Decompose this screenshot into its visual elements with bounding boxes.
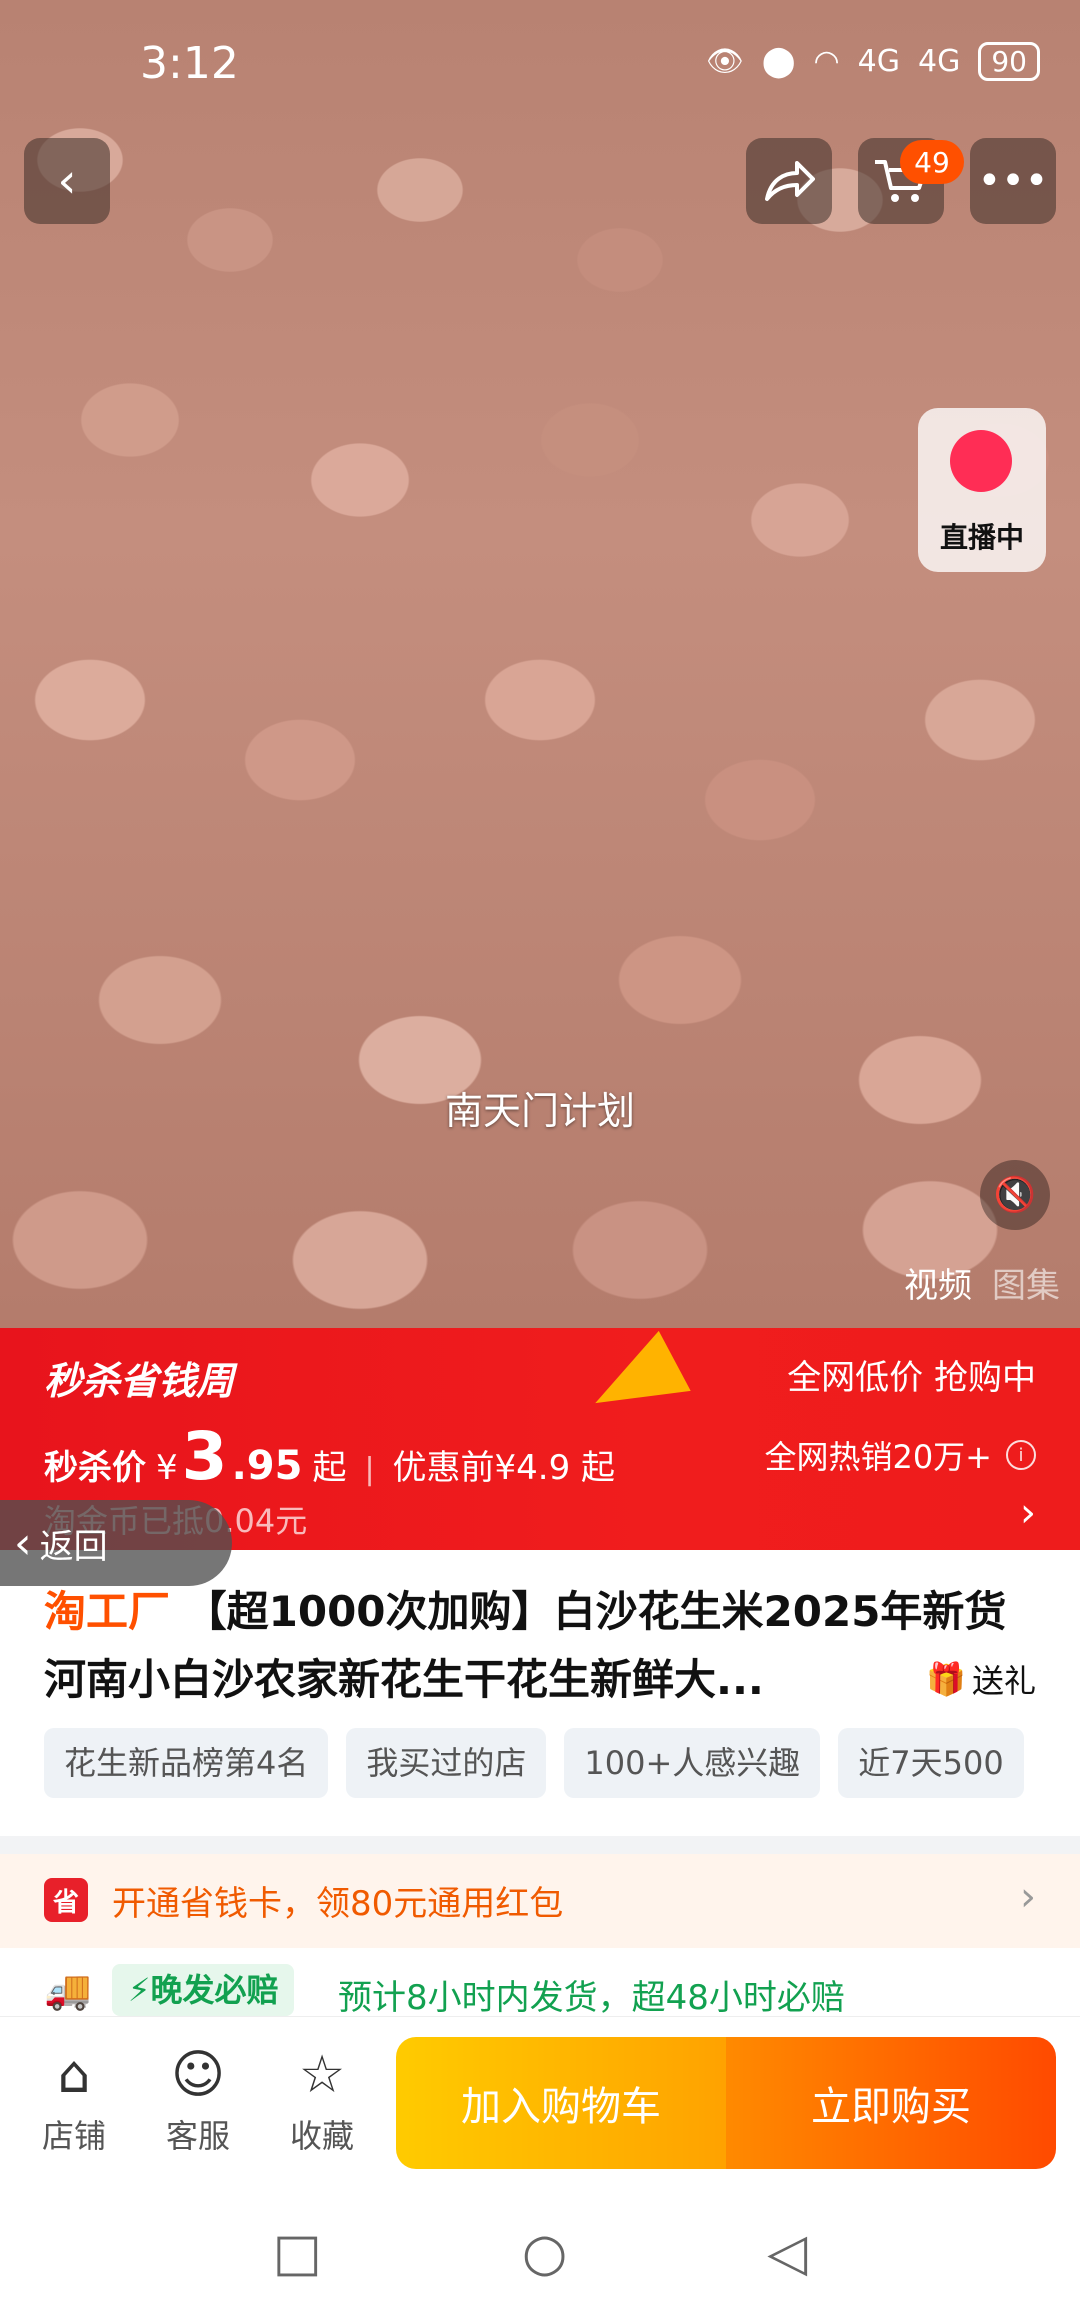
more-button[interactable]: •••	[970, 138, 1056, 224]
shop-button[interactable]: ⌂ 店铺	[24, 2045, 124, 2157]
wifi-icon: ◠	[813, 44, 840, 79]
price-int: 3	[181, 1418, 228, 1495]
service-button[interactable]: ☺ 客服	[148, 2045, 248, 2157]
product-title: 淘工厂 【超1000次加购】白沙花生米2025年新货河南小白沙农家新花生干花生新…	[44, 1578, 1034, 1714]
info-icon[interactable]: i	[1006, 1440, 1036, 1470]
status-time: 3:12	[140, 38, 239, 89]
live-icon	[950, 430, 1012, 492]
tag-item[interactable]: 我买过的店	[346, 1728, 547, 1798]
saver-text: 开通省钱卡，领80元通用红包	[112, 1884, 564, 1924]
price-suffix: 起	[312, 1448, 347, 1488]
media-tabs: 视频 图集	[904, 1258, 1060, 1307]
saver-card-row[interactable]: 省 开通省钱卡，领80元通用红包 ›	[0, 1854, 1080, 1948]
share-button[interactable]	[746, 138, 832, 224]
price-dec: .95	[231, 1443, 303, 1489]
cart-badge: 49	[900, 140, 964, 184]
status-bar: 3:12 👁 ⬤ ◠ 4G 4G 90	[0, 0, 1080, 120]
location-icon: ⬤	[761, 44, 796, 79]
price-row: 秒杀价 ¥ 3 .95 起 | 优惠前¥4.9 起	[44, 1418, 615, 1495]
tag-item[interactable]: 近7天500	[838, 1728, 1024, 1798]
live-label: 直播中	[939, 521, 1024, 554]
back-triangle-icon[interactable]: ◁	[767, 2223, 807, 2283]
truck-icon: 🚚	[44, 1968, 92, 2012]
star-icon: ☆	[298, 2045, 346, 2105]
favorite-label: 收藏	[289, 2117, 354, 2155]
status-icons: 👁 ⬤ ◠ 4G 4G 90	[706, 42, 1040, 81]
gift-button[interactable]: 🎁 送礼	[916, 1656, 1036, 1702]
chevron-left-icon: ‹	[14, 1517, 32, 1569]
currency: ¥	[156, 1448, 178, 1488]
tab-gallery[interactable]: 图集	[992, 1258, 1060, 1307]
tag-item[interactable]: 100+人感兴趣	[564, 1728, 821, 1798]
title-text: 【超1000次加购】白沙花生米2025年新货河南小白沙农家新花生干花生新鲜大..…	[44, 1587, 1007, 1704]
video-subtitle: 南天门计划	[444, 1089, 635, 1133]
service-label: 客服	[165, 2117, 230, 2155]
signal-2: 4G	[918, 44, 961, 79]
shipping-badge: ⚡晚发必赔	[112, 1964, 295, 2016]
chevron-right-icon: ›	[1020, 1874, 1036, 1920]
eye-icon: 👁	[705, 44, 744, 79]
factory-label: 淘工厂	[44, 1587, 171, 1636]
add-to-cart-button[interactable]: 加入购物车	[396, 2037, 726, 2169]
tab-video[interactable]: 视频	[904, 1258, 972, 1307]
recents-icon[interactable]: □	[273, 2223, 322, 2283]
home-icon[interactable]: ○	[522, 2223, 567, 2283]
price-label: 秒杀价	[44, 1448, 146, 1488]
tag-list: 花生新品榜第4名 我买过的店 100+人感兴趣 近7天500	[44, 1728, 1080, 1798]
promo-headline: 全网低价 抢购中	[787, 1358, 1036, 1398]
section-divider	[0, 1836, 1080, 1854]
gift-label: 送礼	[971, 1662, 1036, 1700]
more-dots-icon: •••	[977, 158, 1049, 204]
signal-1: 4G	[857, 44, 901, 79]
back-button[interactable]: ‹	[24, 138, 110, 224]
battery-icon: 90	[978, 42, 1040, 81]
tag-item[interactable]: 花生新品榜第4名	[44, 1728, 329, 1798]
return-label: 返回	[39, 1526, 108, 1567]
shop-label: 店铺	[41, 2117, 106, 2155]
mute-button[interactable]: 🔇	[980, 1160, 1050, 1230]
system-nav-bar: □ ○ ◁	[0, 2196, 1080, 2310]
saver-icon: 省	[44, 1878, 88, 1922]
promo-brand: 秒杀省钱周	[44, 1359, 235, 1403]
action-bar: ⌂ 店铺 ☺ 客服 ☆ 收藏 加入购物车 立即购买	[0, 2016, 1080, 2169]
sales-text: 全网热销20万+	[764, 1438, 992, 1476]
sales-info: 全网热销20万+ i	[764, 1432, 1036, 1478]
share-icon	[765, 161, 815, 201]
gift-icon: 🎁	[926, 1660, 966, 1698]
shipping-badge-label: 晚发必赔	[150, 1971, 279, 2009]
favorite-button[interactable]: ☆ 收藏	[272, 2045, 372, 2157]
shipping-text: 预计8小时内发货，超48小时必赔	[338, 1978, 845, 2018]
buy-now-button[interactable]: 立即购买	[726, 2037, 1056, 2169]
return-button[interactable]: ‹ 返回	[0, 1500, 232, 1586]
store-icon: ⌂	[57, 2045, 91, 2105]
speaker-mute-icon: 🔇	[993, 1175, 1037, 1215]
original-price: 优惠前¥4.9 起	[392, 1448, 616, 1488]
shipping-row[interactable]: 🚚 ⚡晚发必赔 预计8小时内发货，超48小时必赔	[0, 1964, 1080, 2018]
chat-face-icon: ☺	[170, 2045, 226, 2105]
live-stream-button[interactable]: 直播中	[918, 408, 1046, 572]
price-separator: |	[364, 1452, 375, 1487]
chevron-right-icon[interactable]: ›	[1020, 1490, 1036, 1536]
chevron-left-icon: ‹	[57, 153, 77, 209]
